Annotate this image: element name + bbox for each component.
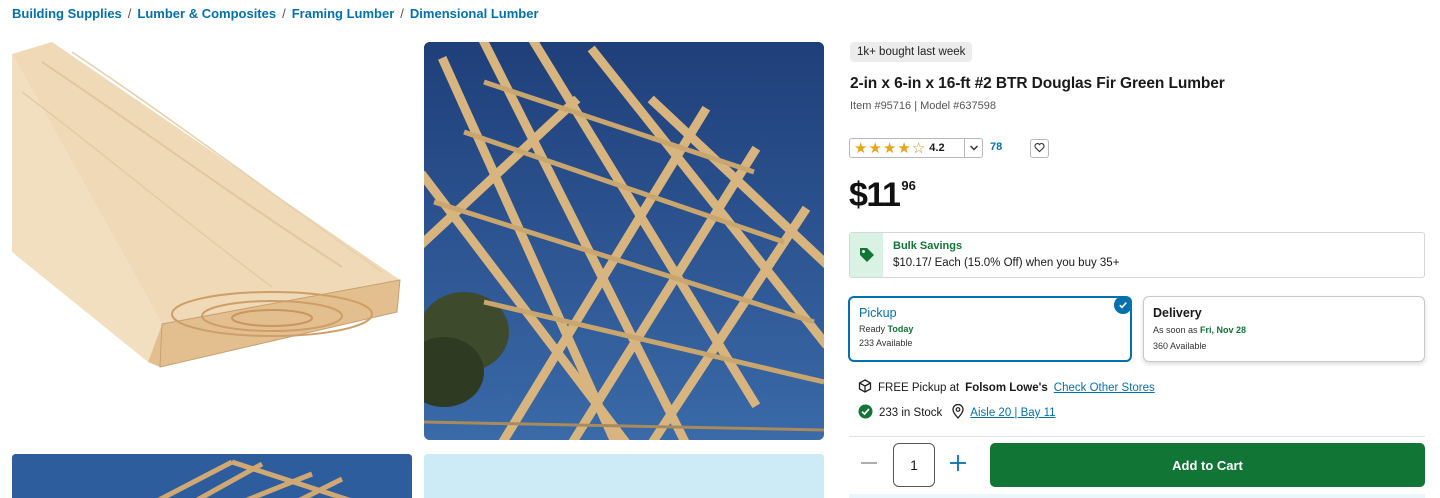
bulk-savings-title: Bulk Savings <box>893 240 963 252</box>
star-filled-icon: ★ <box>868 139 882 157</box>
product-image-light[interactable] <box>424 454 824 498</box>
checkmark-icon <box>1114 296 1132 314</box>
breadcrumb-separator: / <box>282 6 286 21</box>
star-filled-icon: ★ <box>882 139 897 157</box>
pickup-ready-value: Today <box>887 324 914 334</box>
breadcrumb-lumber-composites[interactable]: Lumber & Composites <box>137 6 276 21</box>
product-image-trusses[interactable] <box>424 42 824 440</box>
aisle-bay-link[interactable]: Aisle 20 | Bay 11 <box>970 407 1055 419</box>
chevron-down-icon[interactable] <box>964 139 982 157</box>
breadcrumb-building-supplies[interactable]: Building Supplies <box>12 6 122 21</box>
product-title: 2-in x 6-in x 16-ft #2 BTR Douglas Fir G… <box>850 75 1225 92</box>
social-proof-badge: 1k+ bought last week <box>850 42 973 62</box>
add-to-cart-button[interactable]: Add to Cart <box>990 443 1425 487</box>
quantity-increase-button[interactable] <box>945 452 971 478</box>
pickup-option[interactable]: Pickup Ready Today 233 Available <box>848 296 1132 362</box>
divider <box>849 436 1425 437</box>
location-pin-icon <box>952 403 964 422</box>
quantity-input[interactable]: 1 <box>893 443 935 487</box>
breadcrumb-dimensional-lumber[interactable]: Dimensional Lumber <box>410 6 539 21</box>
favorite-button[interactable] <box>1030 139 1049 158</box>
delivery-soon-prefix: As soon as <box>1153 325 1198 335</box>
pickup-title: Pickup <box>859 306 897 320</box>
star-filled-icon: ★ <box>854 139 868 157</box>
plus-icon <box>949 454 967 477</box>
rating-dropdown[interactable]: ★ ★ ★ ★ ☆ 4.2 <box>849 138 983 158</box>
pickup-ready-line: Ready Today <box>859 324 913 334</box>
price-dollars: $11 <box>849 176 901 214</box>
star-filled-icon: ★ <box>897 139 911 157</box>
heart-icon <box>1034 140 1045 158</box>
quantity-decrease-button[interactable] <box>856 452 882 478</box>
product-image-trusses-2[interactable] <box>12 454 412 498</box>
stock-line: 233 in Stock Aisle 20 | Bay 11 <box>858 403 1056 422</box>
delivery-option[interactable]: Delivery As soon as Fri, Nov 28 360 Avai… <box>1143 296 1425 362</box>
delivery-date-line: As soon as Fri, Nov 28 <box>1153 325 1246 335</box>
price-cents: 96 <box>901 178 916 193</box>
in-stock-check-icon <box>858 404 873 422</box>
check-other-stores-link[interactable]: Check Other Stores <box>1054 382 1155 394</box>
pickup-ready-prefix: Ready <box>859 324 886 334</box>
product-price: $11 96 <box>849 176 916 215</box>
product-image-board[interactable] <box>12 42 412 440</box>
review-count-link[interactable]: 78 <box>990 141 1002 153</box>
store-name: Folsom Lowe's <box>965 381 1048 394</box>
bottom-banner-edge <box>849 494 1425 498</box>
rating-stars: ★ ★ ★ ★ ☆ <box>854 140 925 157</box>
star-empty-icon: ☆ <box>911 139 926 157</box>
breadcrumb-separator: / <box>400 6 404 21</box>
rating-value: 4.2 <box>929 142 945 154</box>
pickup-available: 233 Available <box>859 338 913 348</box>
free-pickup-prefix: FREE Pickup at <box>878 381 960 394</box>
delivery-soon-value: Fri, Nov 28 <box>1200 325 1247 335</box>
stock-count: 233 in Stock <box>879 407 943 419</box>
free-pickup-line: FREE Pickup at Folsom Lowe's Check Other… <box>858 379 1155 396</box>
item-model-number: Item #95716 | Model #637598 <box>850 100 996 112</box>
tag-icon <box>850 233 883 277</box>
breadcrumb: Building Supplies / Lumber & Composites … <box>12 6 539 21</box>
bulk-savings-banner: Bulk Savings $10.17/ Each (15.0% Off) wh… <box>849 232 1425 278</box>
store-box-icon <box>858 379 872 396</box>
bulk-savings-description: $10.17/ Each (15.0% Off) when you buy 35… <box>893 257 1120 269</box>
breadcrumb-framing-lumber[interactable]: Framing Lumber <box>292 6 395 21</box>
delivery-available: 360 Available <box>1153 341 1207 351</box>
breadcrumb-separator: / <box>127 6 132 21</box>
minus-icon <box>860 454 878 477</box>
delivery-title: Delivery <box>1153 306 1202 320</box>
